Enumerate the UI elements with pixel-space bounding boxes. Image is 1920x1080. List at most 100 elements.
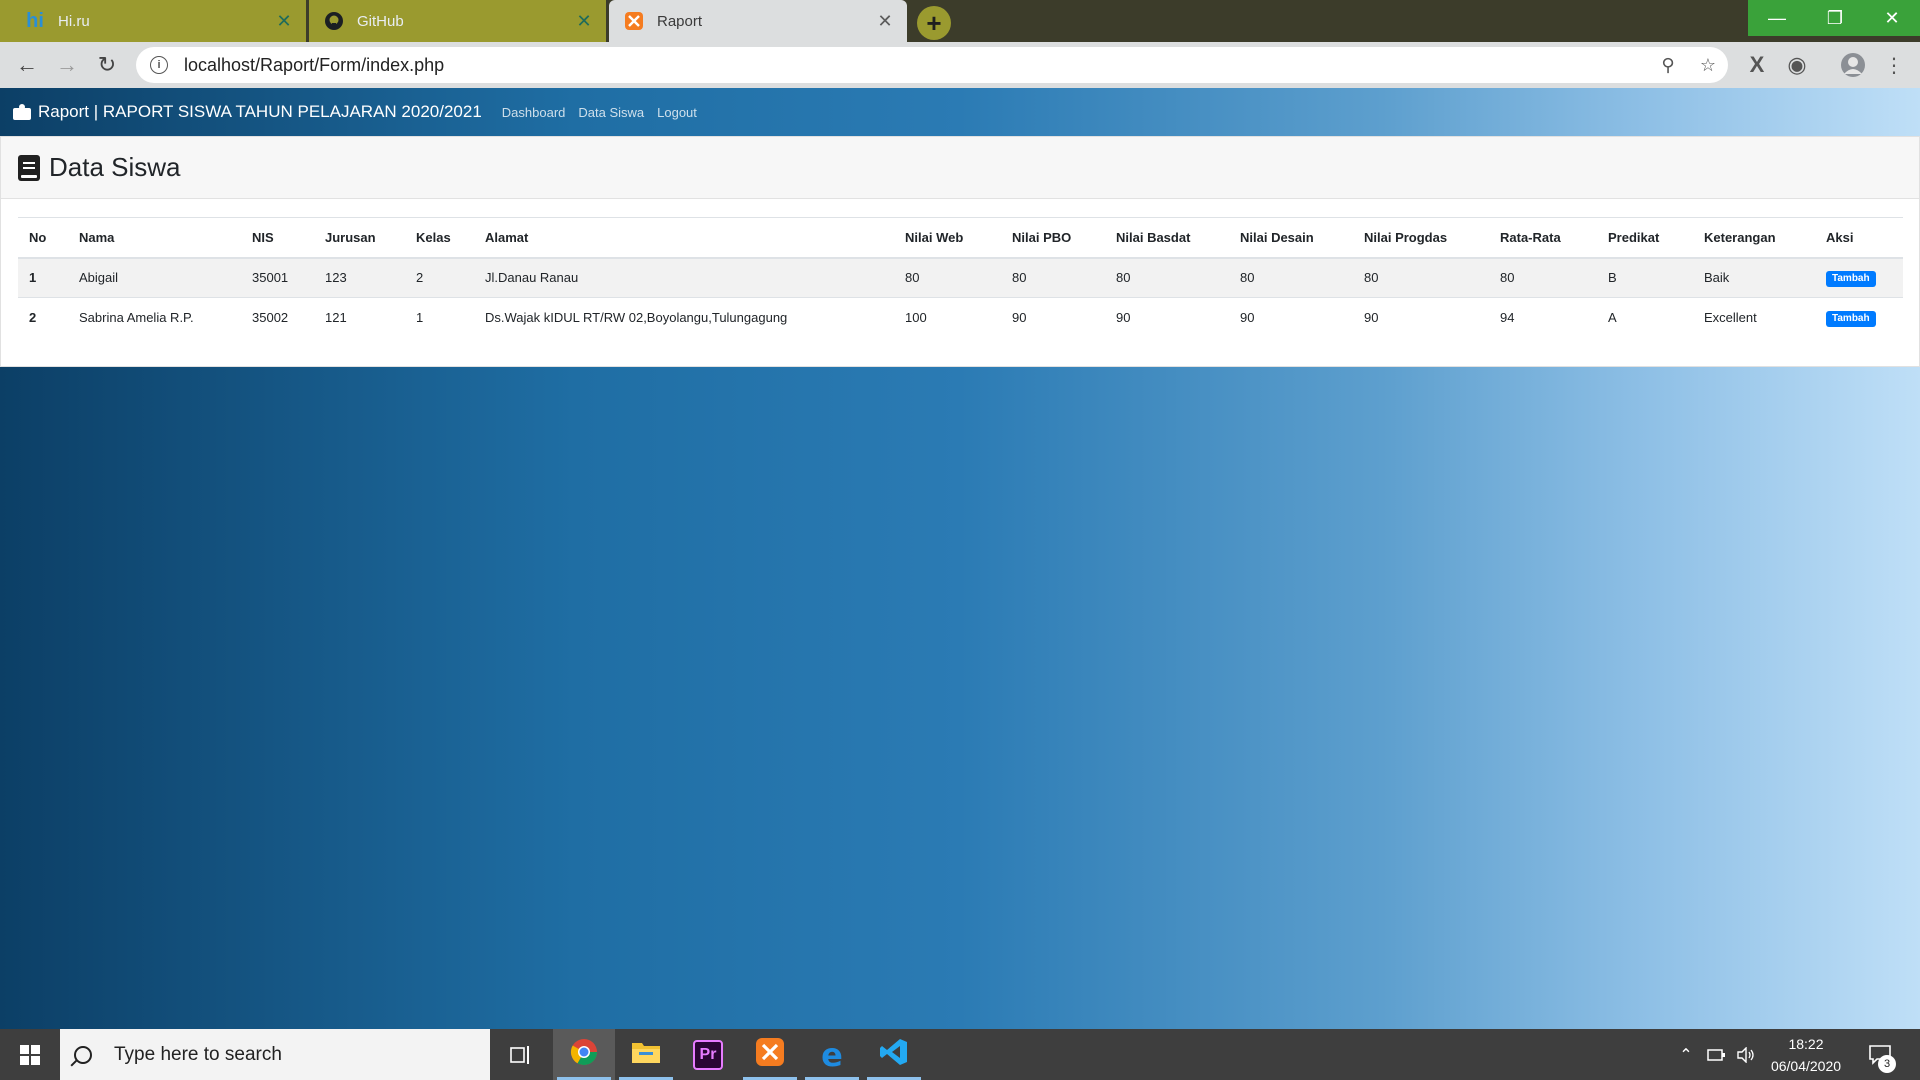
card-header: Data Siswa [1,137,1919,199]
column-header: Predikat [1597,217,1693,259]
data-siswa-table-wrap: No Nama NIS Jurusan Kelas Alamat Nilai W… [18,217,1903,338]
taskbar-xampp[interactable] [739,1029,801,1080]
cell-nilai-pbo: 90 [1001,297,1105,338]
volume-icon[interactable] [1732,1029,1760,1080]
tab-close-icon[interactable]: ✕ [274,11,294,32]
cell-kelas: 1 [405,297,474,338]
column-header: Kelas [405,217,474,259]
tab-raport[interactable]: Raport ✕ [609,0,907,42]
back-arrow-icon[interactable]: ← [13,51,41,79]
column-header: Jurusan [314,217,405,259]
cell-rata-rata: 80 [1489,257,1597,298]
action-center-icon[interactable]: 3 [1862,1037,1898,1073]
extension-x-icon[interactable]: X [1743,51,1771,79]
column-header: Nilai Progdas [1353,217,1489,259]
tab-github[interactable]: GitHub ✕ [309,0,606,42]
cell-no: 2 [18,297,68,338]
book-reader-icon [13,104,31,120]
restore-icon[interactable]: ❐ [1806,0,1864,36]
cell-jurusan: 121 [314,297,405,338]
cell-predikat: B [1597,257,1693,298]
hi-ru-favicon-icon: hi [26,9,44,32]
taskbar-vscode[interactable] [863,1029,925,1080]
profile-avatar-icon[interactable] [1839,51,1867,79]
xampp-favicon-icon [623,10,645,32]
vscode-icon [879,1037,909,1072]
cell-nilai-desain: 80 [1229,257,1353,298]
system-clock[interactable]: 18:22 06/04/2020 [1760,1033,1852,1077]
cell-nilai-desain: 90 [1229,297,1353,338]
xampp-icon [755,1037,785,1072]
edge-icon: e [821,1035,843,1074]
windows-logo-icon [20,1044,40,1065]
taskbar-edge[interactable]: e [801,1029,863,1080]
nav-link-data-siswa[interactable]: Data Siswa [578,105,644,120]
tab-close-icon[interactable]: ✕ [574,11,594,32]
browser-toolbar: ← → ↻ i localhost/Raport/Form/index.php … [0,42,1920,88]
cell-keterangan: Baik [1693,257,1815,298]
column-header: Nilai PBO [1001,217,1105,259]
column-header: Alamat [474,217,894,259]
page-title: Data Siswa [49,152,181,182]
cell-nilai-progdas: 90 [1353,297,1489,338]
brand-text: Raport | RAPORT SISWA TAHUN PELAJARAN 20… [38,102,482,121]
column-header: Nilai Desain [1229,217,1353,259]
bookmark-star-icon[interactable]: ☆ [1696,53,1720,77]
tab-title: Raport [657,12,703,30]
tab-close-icon[interactable]: ✕ [875,11,895,32]
taskbar-search-box[interactable]: Type here to search [60,1029,490,1080]
nav-links: Dashboard Data Siswa Logout [502,105,710,120]
zoom-magnifier-icon[interactable]: ⚲ [1656,53,1680,77]
address-bar[interactable]: i localhost/Raport/Form/index.php ⚲ ☆ [136,47,1728,83]
tambah-button[interactable]: Tambah [1826,270,1876,287]
cell-nilai-web: 80 [894,257,1001,298]
cell-jurusan: 123 [314,257,405,298]
taskbar-chrome[interactable] [553,1029,615,1080]
reload-icon[interactable]: ↻ [93,51,121,79]
clock-time: 18:22 [1788,1036,1824,1052]
chevron-up-icon[interactable]: ⌃ [1672,1029,1700,1080]
tambah-button[interactable]: Tambah [1826,310,1876,327]
cell-rata-rata: 94 [1489,297,1597,338]
cell-aksi: Tambah [1815,297,1903,338]
notification-count-badge: 3 [1878,1055,1896,1073]
url-text[interactable]: localhost/Raport/Form/index.php [184,55,444,76]
taskbar-file-explorer[interactable] [615,1029,677,1080]
cell-kelas: 2 [405,257,474,298]
cell-nis: 35001 [241,257,314,298]
close-window-icon[interactable]: ✕ [1864,0,1920,36]
table-row: 2 Sabrina Amelia R.P. 35002 121 1 Ds.Waj… [18,297,1903,338]
cell-alamat: Jl.Danau Ranau [474,257,894,298]
tab-title: Hi.ru [58,12,90,30]
windows-taskbar: Type here to search Pr e ⌃ 18:22 06/04/2… [0,1029,1920,1080]
taskbar-premiere-pro[interactable]: Pr [677,1029,739,1080]
chrome-icon [569,1037,599,1072]
task-view-icon[interactable] [490,1029,552,1080]
github-favicon-icon [323,10,345,32]
navbar-brand[interactable]: Raport | RAPORT SISWA TAHUN PELAJARAN 20… [13,102,482,122]
cell-no: 1 [18,257,68,298]
cell-nilai-basdat: 90 [1105,297,1229,338]
book-icon [18,154,40,181]
table-header-row: No Nama NIS Jurusan Kelas Alamat Nilai W… [18,217,1903,259]
new-tab-plus-icon[interactable]: + [917,6,951,40]
cell-nama: Sabrina Amelia R.P. [68,297,241,338]
nav-link-logout[interactable]: Logout [657,105,697,120]
search-placeholder: Type here to search [114,1043,282,1065]
cell-nilai-progdas: 80 [1353,257,1489,298]
column-header: Nilai Web [894,217,1001,259]
tab-hi-ru[interactable]: hi Hi.ru ✕ [0,0,306,42]
cell-nilai-pbo: 80 [1001,257,1105,298]
forward-arrow-icon[interactable]: → [53,51,81,79]
extension-circle-icon[interactable]: ◉ [1783,51,1811,79]
minimize-icon[interactable]: — [1748,0,1806,36]
nav-link-dashboard[interactable]: Dashboard [502,105,566,120]
cell-keterangan: Excellent [1693,297,1815,338]
start-button[interactable] [0,1029,60,1080]
cell-predikat: A [1597,297,1693,338]
cell-nis: 35002 [241,297,314,338]
column-header: No [18,217,68,259]
network-icon[interactable] [1702,1029,1732,1080]
site-info-icon[interactable]: i [150,56,168,74]
browser-menu-icon[interactable]: ⋮ [1880,51,1908,79]
